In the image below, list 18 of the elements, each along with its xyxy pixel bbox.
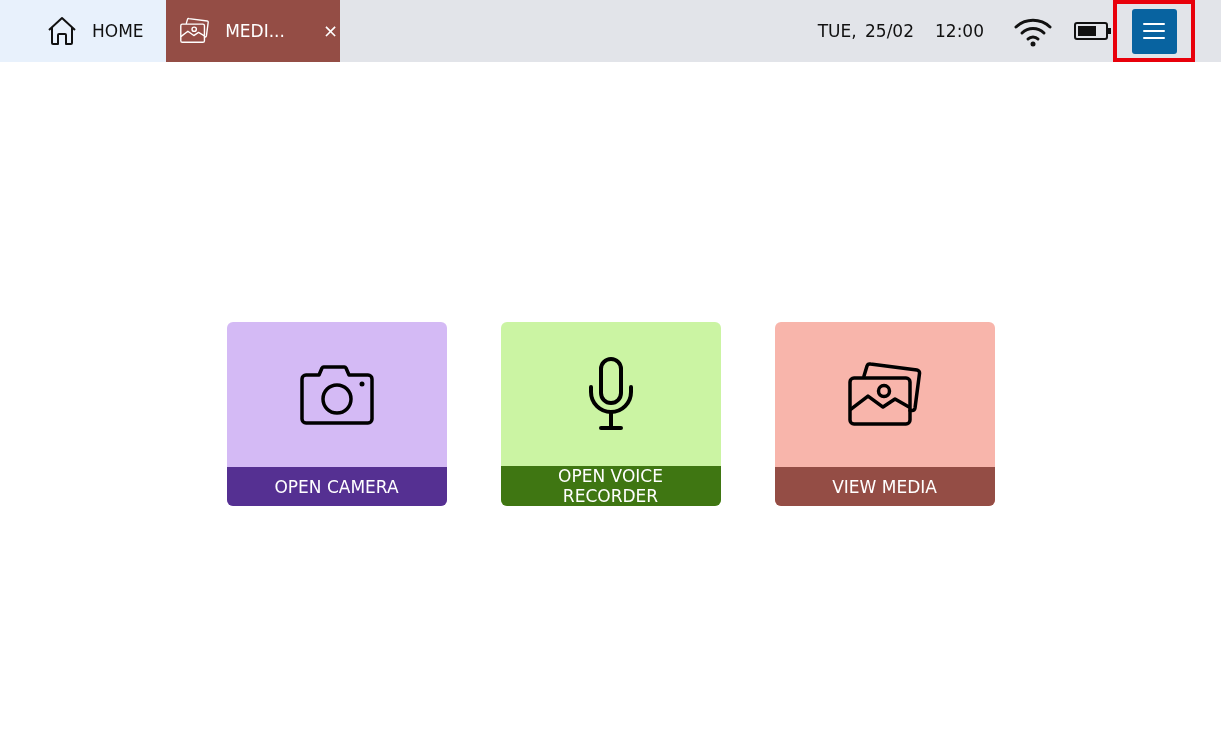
time-text: 12:00	[935, 21, 984, 41]
microphone-icon	[586, 357, 635, 431]
menu-button[interactable]	[1131, 8, 1177, 54]
camera-icon	[299, 364, 374, 425]
pictures-icon	[847, 361, 922, 428]
tab[interactable]: HOME	[0, 0, 166, 62]
tab[interactable]: MEDI... ×	[166, 0, 340, 62]
action-tile[interactable]: VIEW MEDIA	[774, 322, 995, 506]
date-text: TUE, 25/02	[817, 21, 914, 41]
pictures-icon	[180, 17, 210, 45]
close-tab-button[interactable]: ×	[320, 22, 340, 40]
tab-label: HOME	[92, 21, 144, 41]
home-icon	[47, 16, 77, 46]
tab-label: MEDI...	[225, 21, 285, 41]
battery-icon	[1074, 22, 1112, 40]
action-tile[interactable]: OPEN VOICE RECORDER	[500, 322, 721, 506]
action-tile[interactable]: OPEN CAMERA	[226, 322, 447, 506]
menu-icon	[1143, 23, 1165, 39]
